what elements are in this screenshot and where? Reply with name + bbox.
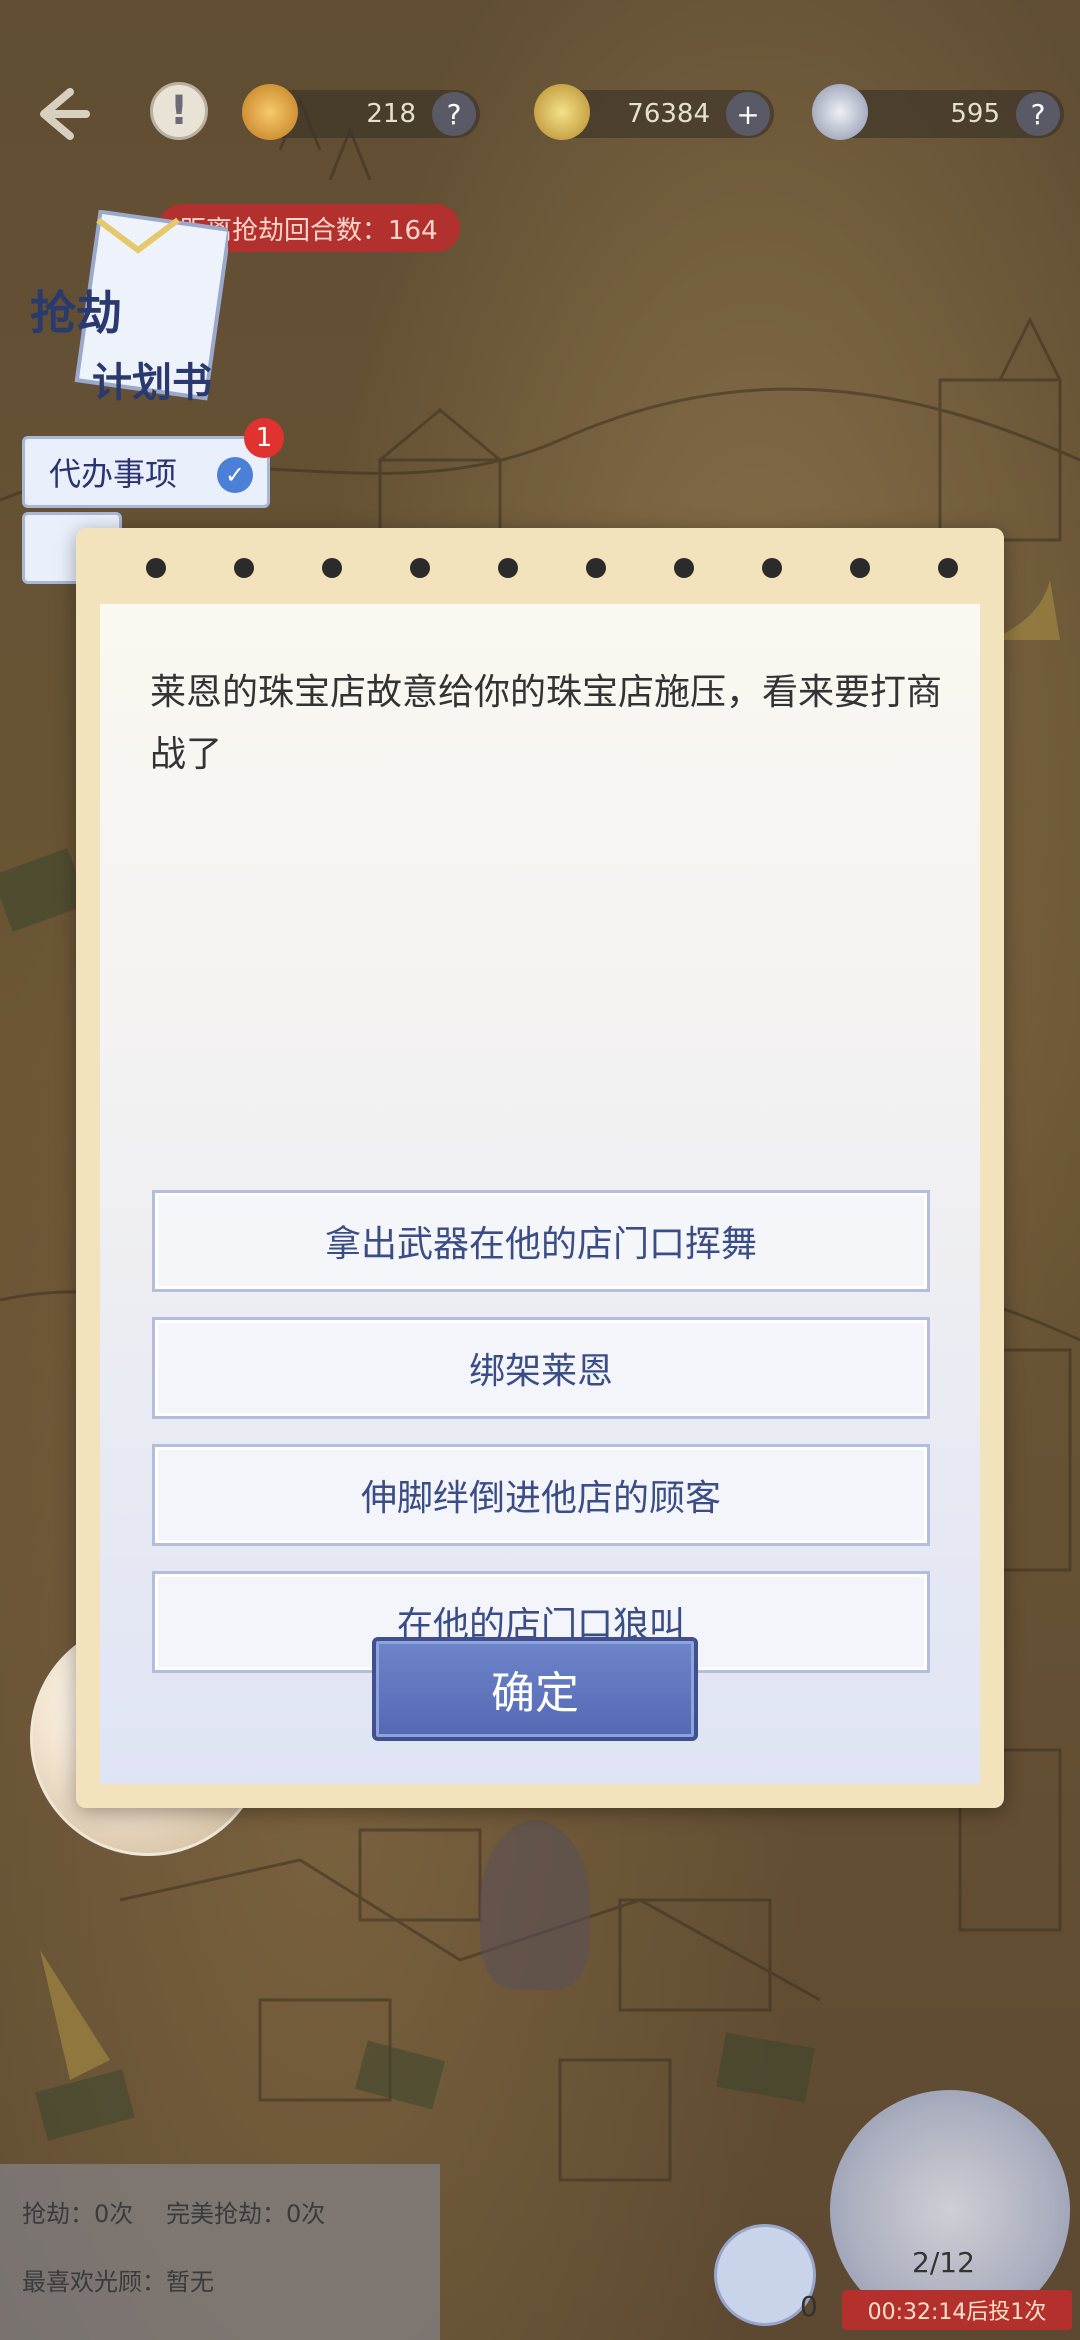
notebook-holes: [146, 558, 958, 578]
back-arrow-icon[interactable]: [30, 84, 90, 144]
gold-value: 76384: [627, 99, 710, 129]
feather-count: 0: [800, 2290, 818, 2323]
roll-progress: 2/12: [912, 2246, 975, 2279]
robbery-stats-panel: 抢劫：0次 完美抢劫：0次 最喜欢光顾：暂无: [0, 2164, 440, 2340]
top-resource-bar: ! 218 ? 76384 + 595 ?: [0, 80, 1080, 150]
help-icon[interactable]: ?: [1016, 92, 1060, 136]
roll-timer: 00:32:14后投1次: [842, 2290, 1072, 2330]
silver-coin-icon: [812, 84, 868, 140]
choice-option-2[interactable]: 绑架莱恩: [152, 1317, 930, 1419]
plan-book-title: 抢劫: [30, 286, 122, 340]
plan-book-subtitle: 计划书: [92, 359, 212, 406]
character-avatar[interactable]: [480, 1820, 590, 1990]
dialog-paper: 莱恩的珠宝店故意给你的珠宝店施压，看来要打商战了 拿出武器在他的店门口挥舞 绑架…: [100, 604, 980, 1784]
gems-value: 218: [366, 99, 416, 129]
help-icon[interactable]: ?: [432, 92, 476, 136]
confirm-button[interactable]: 确定: [372, 1637, 698, 1741]
resource-silver: 595 ?: [812, 84, 1064, 140]
robbery-count: 抢劫：0次: [22, 2200, 134, 2228]
amber-gem-icon: [242, 84, 298, 140]
info-icon[interactable]: !: [150, 82, 208, 140]
event-choice-dialog: 莱恩的珠宝店故意给你的珠宝店施压，看来要打商战了 拿出武器在他的店门口挥舞 绑架…: [76, 528, 1004, 1808]
gold-coin-icon: [534, 84, 590, 140]
todo-label: 代办事项: [49, 455, 178, 493]
notification-badge: 1: [244, 418, 284, 458]
check-icon: ✓: [217, 457, 253, 493]
event-prompt-text: 莱恩的珠宝店故意给你的珠宝店施压，看来要打商战了: [150, 672, 943, 775]
perfect-robbery-count: 完美抢劫：0次: [166, 2200, 326, 2228]
resource-gold: 76384 +: [534, 84, 774, 140]
choice-option-3[interactable]: 伸脚绊倒进他店的顾客: [152, 1444, 930, 1546]
silver-value: 595: [950, 99, 1000, 129]
choice-option-1[interactable]: 拿出武器在他的店门口挥舞: [152, 1190, 930, 1292]
add-icon[interactable]: +: [726, 92, 770, 136]
todo-button[interactable]: 代办事项 ✓: [22, 436, 270, 508]
favorite-visit: 最喜欢光顾：暂无: [22, 2268, 214, 2296]
resource-gems: 218 ?: [242, 84, 480, 140]
